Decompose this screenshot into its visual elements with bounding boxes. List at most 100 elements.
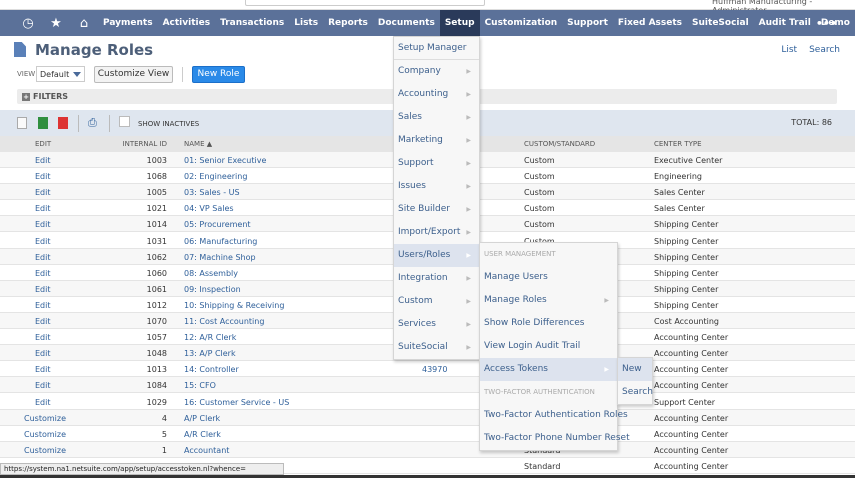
nav-audit-trail[interactable]: Audit Trail [754,10,816,36]
edit-link[interactable]: Edit [35,381,51,390]
internal-id: 1029 [146,397,167,407]
extra-value[interactable]: 43970 [422,365,447,374]
menu-item-accounting[interactable]: Accounting ▶ [394,83,479,106]
nav-setup[interactable]: Setup [439,10,480,36]
menu-item-manage-roles[interactable]: Manage Roles ▶ [480,289,617,312]
edit-link[interactable]: Edit [35,188,51,197]
edit-link[interactable]: Edit [35,156,51,165]
role-name-link[interactable]: 03: Sales - US [184,188,240,197]
menu-item-company[interactable]: Company ▶ [394,60,479,83]
new-role-button[interactable]: New Role [192,66,245,83]
customize-link[interactable]: Customize [24,446,66,455]
role-name-link[interactable]: 12: A/R Clerk [184,333,236,342]
menu-item-token-new[interactable]: New [618,358,652,381]
menu-item-import-export[interactable]: Import/Export ▶ [394,221,479,244]
edit-link[interactable]: Edit [35,317,51,326]
search-link[interactable]: Search [809,45,840,55]
edit-link[interactable]: Edit [35,237,51,246]
role-name-link[interactable]: 02: Engineering [184,172,247,181]
edit-link[interactable]: Edit [35,253,51,262]
nav-customization[interactable]: Customization [480,10,563,36]
menu-item-manage-users[interactable]: Manage Users [480,266,617,289]
role-name-link[interactable]: 16: Customer Service - US [184,398,289,407]
role-name-link[interactable]: 08: Assembly [184,269,238,278]
export-csv-icon[interactable] [17,117,27,129]
recent-icon[interactable]: ◷ [14,16,42,31]
menu-item-sales[interactable]: Sales ▶ [394,106,479,129]
menu-item-support[interactable]: Support ▶ [394,152,479,175]
role-name-link[interactable]: 07: Machine Shop [184,253,256,262]
role-name-link[interactable]: 15: CFO [184,381,216,390]
nav-support[interactable]: Support [562,10,613,36]
global-search-input[interactable] [245,0,485,6]
nav-reports[interactable]: Reports [323,10,373,36]
menu-item-two-factor-authentication-roles[interactable]: Two-Factor Authentication Roles [480,404,628,427]
menu-item-integration[interactable]: Integration ▶ [394,267,479,290]
view-select[interactable]: Default [36,66,85,82]
nav-transactions[interactable]: Transactions [215,10,289,36]
chevron-right-icon: ▶ [466,275,471,282]
menu-item-access-tokens[interactable]: Access Tokens ▶ [480,358,617,381]
menu-item-users-roles[interactable]: Users/Roles ▶ [394,244,479,267]
edit-link[interactable]: Edit [35,269,51,278]
edit-link[interactable]: Edit [35,220,51,229]
col-name[interactable]: NAME ▲ [184,140,212,148]
menu-item-two-factor-phone-number-reset[interactable]: Two-Factor Phone Number Reset [480,427,630,450]
show-inactives-checkbox[interactable] [119,116,130,127]
role-name-link[interactable]: 10: Shipping & Receiving [184,301,284,310]
col-custom-standard[interactable]: CUSTOM/STANDARD [524,140,595,148]
menu-item-setup-manager[interactable]: Setup Manager [394,37,479,60]
col-edit[interactable]: EDIT [35,140,51,148]
export-excel-icon[interactable] [38,117,48,129]
star-icon[interactable]: ★ [42,16,70,31]
export-pdf-icon[interactable] [58,117,68,129]
role-name-link[interactable]: A/P Clerk [184,414,220,423]
edit-link[interactable]: Edit [35,301,51,310]
menu-item-custom[interactable]: Custom ▶ [394,290,479,313]
more-icon[interactable]: ••• [816,17,837,30]
nav-lists[interactable]: Lists [289,10,323,36]
role-name-link[interactable]: Accountant [184,446,229,455]
menu-item-suitesocial-label: SuiteSocial [398,342,448,352]
role-name-link[interactable]: 11: Cost Accounting [184,317,264,326]
edit-link[interactable]: Edit [35,172,51,181]
role-name-link[interactable]: 09: Inspection [184,285,241,294]
menu-item-services[interactable]: Services ▶ [394,313,479,336]
customize-link[interactable]: Customize [24,414,66,423]
role-name-link[interactable]: 06: Manufacturing [184,237,257,246]
nav-activities[interactable]: Activities [158,10,216,36]
menu-item-issues[interactable]: Issues ▶ [394,175,479,198]
nav-documents[interactable]: Documents [373,10,440,36]
nav-fixed-assets[interactable]: Fixed Assets [613,10,687,36]
role-name-link[interactable]: 01: Senior Executive [184,156,266,165]
col-center-type[interactable]: CENTER TYPE [654,140,702,148]
setup-menu: Setup Manager Company ▶ Accounting ▶ Sales ▶ Ma… [393,36,480,360]
customize-link[interactable]: Customize [24,430,66,439]
edit-link[interactable]: Edit [35,333,51,342]
nav-suitesocial[interactable]: SuiteSocial [687,10,754,36]
edit-link[interactable]: Edit [35,398,51,407]
home-icon[interactable]: ⌂ [70,16,98,31]
print-icon[interactable]: ⎙ [88,116,98,129]
center-type: Support Center [654,397,716,407]
role-name-link[interactable]: 13: A/P Clerk [184,349,236,358]
menu-item-token-search[interactable]: Search [618,381,653,404]
menu-item-site-builder[interactable]: Site Builder ▶ [394,198,479,221]
col-internal-id[interactable]: INTERNAL ID [123,140,167,148]
section-user-management: USER MANAGEMENT [480,243,617,266]
role-name-link[interactable]: A/R Clerk [184,430,221,439]
edit-link[interactable]: Edit [35,285,51,294]
role-name-link[interactable]: 05: Procurement [184,220,251,229]
edit-link[interactable]: Edit [35,204,51,213]
role-name-link[interactable]: 14: Controller [184,365,239,374]
nav-payments[interactable]: Payments [98,10,158,36]
list-link[interactable]: List [781,45,797,55]
menu-item-suitesocial[interactable]: SuiteSocial ▶ [394,336,479,359]
menu-item-marketing[interactable]: Marketing ▶ [394,129,479,152]
role-name-link[interactable]: 04: VP Sales [184,204,234,213]
edit-link[interactable]: Edit [35,349,51,358]
menu-item-view-login-audit-trail[interactable]: View Login Audit Trail [480,335,617,358]
edit-link[interactable]: Edit [35,365,51,374]
customize-view-button[interactable]: Customize View [94,66,173,83]
menu-item-show-role-differences[interactable]: Show Role Differences [480,312,617,335]
